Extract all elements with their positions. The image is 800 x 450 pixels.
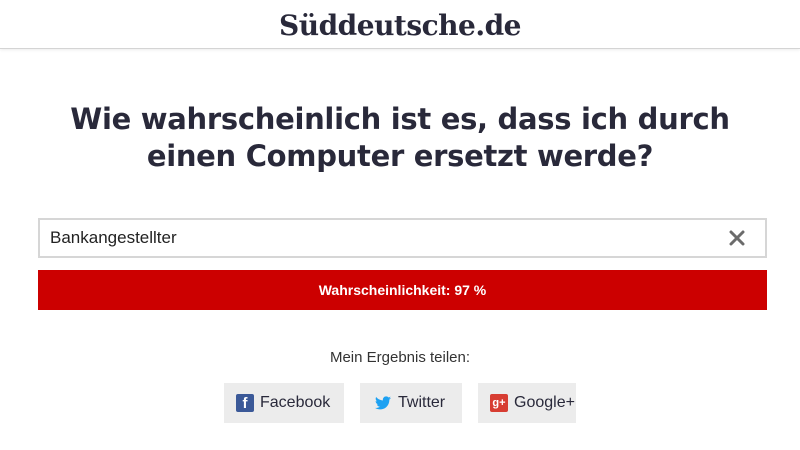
facebook-icon: f (236, 394, 254, 412)
job-search-box (38, 218, 767, 258)
probability-result-text: Wahrscheinlichkeit: 97 % (318, 282, 487, 298)
page: Süddeutsche.de Wie wahrscheinlich ist es… (0, 0, 800, 450)
masthead: Süddeutsche.de (0, 0, 800, 49)
share-twitter-button[interactable]: Twitter (360, 383, 462, 423)
close-icon (729, 230, 745, 246)
page-title-line-1: Wie wahrscheinlich ist es, dass ich durc… (70, 102, 730, 136)
page-title-line-2: einen Computer ersetzt werde? (146, 139, 654, 173)
share-google-plus-label: Google+ (514, 394, 575, 411)
share-google-plus-button[interactable]: g+ Google+ (478, 383, 576, 423)
page-title: Wie wahrscheinlich ist es, dass ich durc… (50, 101, 750, 175)
job-search-input[interactable] (40, 220, 710, 256)
share-twitter-label: Twitter (398, 394, 446, 411)
google-plus-icon: g+ (490, 394, 508, 412)
share-buttons: f Facebook Twitter g+ Google+ (0, 383, 800, 423)
twitter-icon (374, 394, 392, 412)
share-facebook-button[interactable]: f Facebook (224, 383, 344, 423)
clear-button[interactable] (719, 220, 755, 256)
probability-result-bar: Wahrscheinlichkeit: 97 % (38, 270, 767, 310)
site-logo[interactable]: Süddeutsche.de (279, 9, 521, 42)
share-label: Mein Ergebnis teilen: (329, 349, 471, 366)
share-facebook-label: Facebook (260, 394, 331, 411)
